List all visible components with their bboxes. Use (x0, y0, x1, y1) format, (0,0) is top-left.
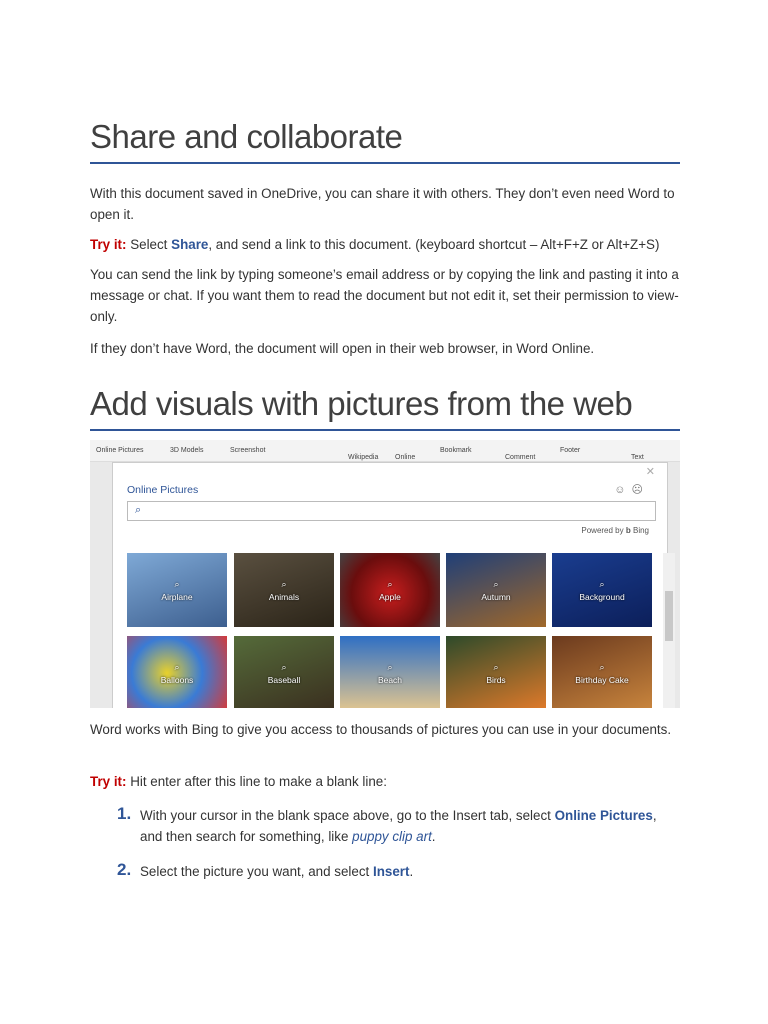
paragraph: You can send the link by typing someone’… (90, 267, 679, 324)
tile-label: Beach (377, 674, 403, 685)
step-number: 1. (117, 804, 132, 823)
search-icon: ⌕ (599, 661, 605, 672)
ribbon-toolbar: Online Pictures 3D Models Screenshot Wik… (90, 440, 680, 462)
text: Select (126, 237, 172, 252)
tile-label: Apple (379, 591, 401, 602)
powered-by-bing: Powered by b Bing (581, 526, 649, 535)
picture-tile-apple[interactable]: ⌕ Apple (340, 553, 440, 627)
picture-tile-balloons[interactable]: ⌕ Balloons (127, 636, 227, 708)
scrollbar[interactable] (663, 553, 675, 708)
search-icon: ⌕ (174, 578, 180, 589)
puppy-clip-art-example: puppy clip art (352, 829, 432, 844)
picture-tile-airplane[interactable]: ⌕ Airplane (127, 553, 227, 627)
try-it-blank-line: Try it: Hit enter after this line to mak… (90, 771, 682, 792)
toolbar-online: Online (395, 454, 416, 461)
online-pictures-screenshot: Online Pictures 3D Models Screenshot Wik… (90, 440, 680, 708)
toolbar-online-pictures: Online Pictures (96, 447, 144, 454)
text: . (409, 864, 414, 879)
picture-tile-birds[interactable]: ⌕ Birds (446, 636, 546, 708)
tile-label: Animals (268, 591, 300, 602)
picture-tile-autumn[interactable]: ⌕ Autumn (446, 553, 546, 627)
heading-add-visuals: Add visuals with pictures from the web (90, 385, 680, 431)
tile-label: Background (579, 591, 625, 602)
toolbar-3d-models: 3D Models (170, 447, 204, 454)
tile-label: Birthday Cake (575, 674, 629, 685)
text: , and send a link to this document. (key… (208, 237, 660, 252)
insert-keyword: Insert (372, 864, 410, 879)
search-icon: ⌕ (174, 661, 180, 672)
picture-tile-birthday-cake[interactable]: ⌕ Birthday Cake (552, 636, 652, 708)
online-pictures-dialog: ✕ Online Pictures ☺☹ ⌕ Powered by b Bing… (112, 462, 675, 708)
dialog-title: Online Pictures (127, 484, 199, 496)
try-it-label: Try it: (90, 237, 127, 252)
picture-tile-animals[interactable]: ⌕ Animals (234, 553, 334, 627)
picture-tile-beach[interactable]: ⌕ Beach (340, 636, 440, 708)
step-number: 2. (117, 860, 132, 879)
step-1: With your cursor in the blank space abov… (140, 805, 680, 847)
paragraph: If they don’t have Word, the document wi… (90, 341, 595, 356)
text: . (431, 829, 436, 844)
picture-tile-background[interactable]: ⌕ Background (552, 553, 652, 627)
step-2: Select the picture you want, and select … (140, 861, 680, 882)
search-icon: ⌕ (493, 661, 499, 672)
powered-by-text: Powered by (581, 526, 624, 535)
try-it-share: Try it: Select Share, and send a link to… (90, 234, 682, 255)
scrollbar-thumb[interactable] (665, 591, 673, 641)
heading-share-and-collaborate: Share and collaborate (90, 118, 680, 164)
bing-logo: b (625, 526, 631, 535)
search-icon: ⌕ (281, 661, 287, 672)
paragraph: With this document saved in OneDrive, yo… (90, 186, 675, 222)
text: With your cursor in the blank space abov… (140, 808, 555, 823)
search-icon: ⌕ (135, 504, 142, 516)
tile-label: Balloons (160, 674, 194, 685)
try-it-label: Try it: (90, 774, 127, 789)
text: Select the picture you want, and select (140, 864, 373, 879)
tile-label: Autumn (481, 591, 511, 602)
share-keyword: Share (171, 237, 209, 252)
tile-label: Baseball (267, 674, 301, 685)
tile-label: Airplane (161, 591, 193, 602)
search-input[interactable]: ⌕ (127, 501, 656, 521)
text: Hit enter after this line to make a blan… (126, 774, 387, 789)
search-icon: ⌕ (493, 578, 499, 589)
search-icon: ⌕ (281, 578, 287, 589)
close-icon[interactable]: ✕ (646, 465, 655, 478)
toolbar-wikipedia: Wikipedia (348, 454, 379, 461)
toolbar-bookmark: Bookmark (440, 447, 472, 454)
search-icon: ⌕ (387, 578, 393, 589)
bing-text: Bing (632, 526, 649, 535)
online-pictures-keyword: Online Pictures (554, 808, 653, 823)
toolbar-text: Text (631, 454, 644, 461)
tile-label: Birds (486, 674, 506, 685)
toolbar-footer: Footer (560, 447, 581, 454)
search-icon: ⌕ (599, 578, 605, 589)
toolbar-screenshot: Screenshot (230, 447, 266, 454)
picture-tile-baseball[interactable]: ⌕ Baseball (234, 636, 334, 708)
paragraph: Word works with Bing to give you access … (90, 722, 672, 737)
feedback-icons[interactable]: ☺☹ (614, 483, 649, 496)
search-icon: ⌕ (387, 661, 393, 672)
toolbar-comment: Comment (505, 454, 536, 461)
